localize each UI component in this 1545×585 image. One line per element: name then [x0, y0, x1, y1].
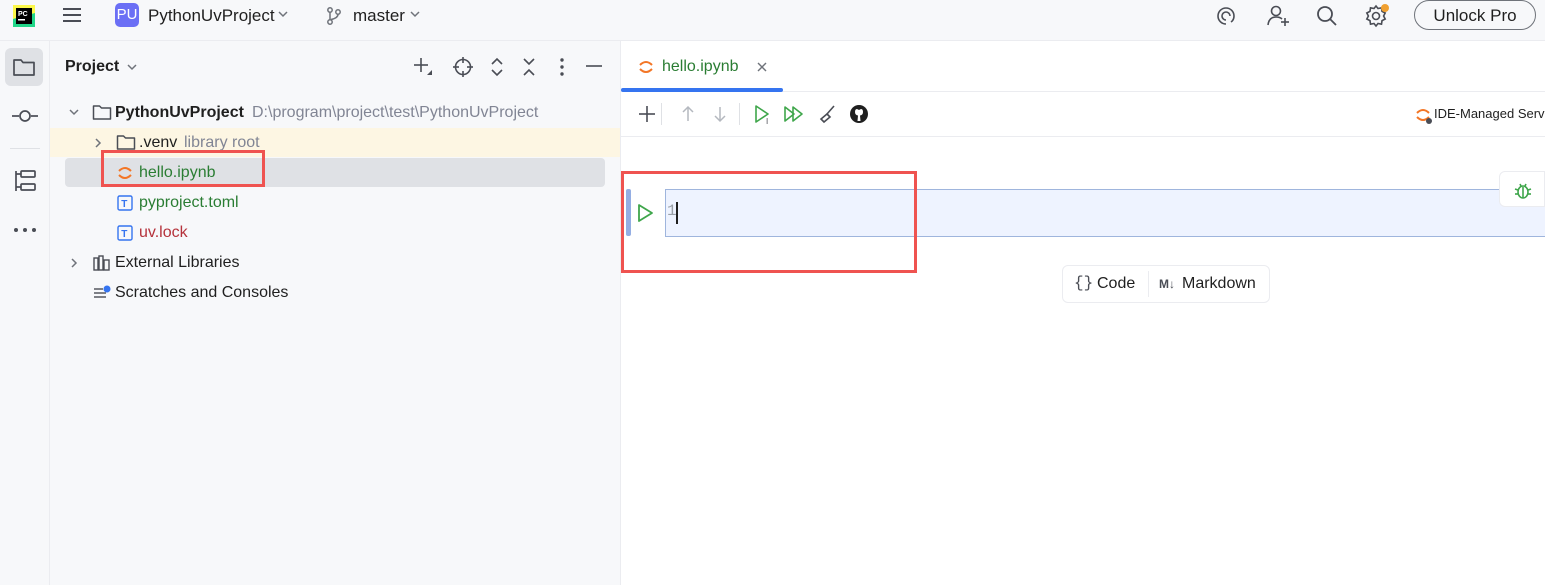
unlock-pro-button[interactable]: Unlock Pro: [1414, 0, 1536, 30]
commit-icon[interactable]: [11, 106, 39, 126]
toml-file-icon: T: [116, 224, 134, 242]
tree-external-libraries[interactable]: External Libraries: [115, 254, 240, 272]
locate-icon[interactable]: [452, 56, 474, 78]
new-file-icon[interactable]: [412, 56, 434, 78]
minimize-icon[interactable]: [584, 56, 604, 78]
add-code-cell-button[interactable]: Code: [1097, 275, 1135, 293]
code-braces-icon: {}: [1074, 274, 1094, 292]
chevron-down-icon: [277, 9, 289, 19]
tree-file-pyproject[interactable]: pyproject.toml: [139, 194, 239, 212]
chevron-right-icon[interactable]: [90, 135, 106, 151]
search-icon[interactable]: [1315, 4, 1339, 28]
highlight-box-cell: [621, 171, 917, 273]
expand-all-icon[interactable]: [487, 56, 507, 78]
settings-gear-icon[interactable]: [1364, 3, 1390, 29]
branch-name: master: [353, 6, 405, 25]
github-icon[interactable]: [848, 103, 870, 125]
add-cell-divider: [1148, 271, 1149, 297]
add-user-icon[interactable]: [1265, 3, 1291, 29]
tree-file-lock[interactable]: uv.lock: [139, 224, 188, 242]
project-badge: PU: [115, 3, 139, 27]
svg-text:T: T: [121, 229, 127, 240]
close-icon[interactable]: [755, 60, 769, 74]
clear-outputs-icon[interactable]: [816, 103, 838, 125]
folder-icon: [116, 133, 136, 151]
tree-root-name[interactable]: PythonUvProject: [115, 104, 244, 122]
debug-bug-icon: [1512, 179, 1534, 201]
hamburger-menu-icon[interactable]: [61, 5, 83, 25]
run-all-icon[interactable]: [783, 103, 805, 125]
jupyter-icon: [637, 58, 655, 76]
strip-divider: [10, 148, 40, 149]
server-label[interactable]: IDE-Managed Serv: [1434, 106, 1545, 121]
pycharm-logo-icon[interactable]: PC: [13, 5, 35, 27]
toolbar-divider: [739, 103, 740, 125]
highlight-box-notebook: [101, 150, 265, 187]
ai-spiral-icon[interactable]: [1214, 4, 1238, 28]
project-panel-title[interactable]: Project: [65, 58, 119, 76]
folder-icon: [92, 103, 112, 121]
svg-text:I: I: [766, 117, 768, 125]
markdown-icon: M↓: [1159, 277, 1175, 291]
library-icon: [92, 254, 112, 272]
svg-text:T: T: [121, 199, 127, 210]
move-up-icon[interactable]: [678, 104, 698, 124]
svg-text:PC: PC: [18, 11, 28, 18]
jupyter-server-icon: [1413, 105, 1433, 125]
more-icon[interactable]: [12, 222, 38, 238]
editor-tab-label[interactable]: hello.ipynb: [662, 58, 739, 76]
add-cell-icon[interactable]: [636, 103, 658, 125]
project-name: PythonUvProject: [148, 6, 275, 25]
move-down-icon[interactable]: [710, 104, 730, 124]
vcs-branch-icon: [325, 6, 343, 26]
chevron-down-icon[interactable]: [126, 62, 138, 72]
toolbar-divider: [661, 103, 662, 125]
tree-root-path: D:\program\project\test\PythonUvProject: [252, 104, 539, 121]
run-cell-icon[interactable]: I: [752, 103, 774, 125]
add-markdown-cell-button[interactable]: Markdown: [1182, 275, 1256, 293]
structure-icon[interactable]: [12, 168, 38, 194]
chevron-down-icon: [409, 9, 421, 19]
options-icon[interactable]: [552, 56, 572, 78]
collapse-all-icon[interactable]: [519, 56, 539, 78]
chevron-down-icon[interactable]: [66, 104, 82, 120]
chevron-right-icon[interactable]: [66, 255, 82, 271]
project-panel: [50, 41, 621, 585]
debug-cell-button[interactable]: [1499, 171, 1545, 207]
toml-file-icon: T: [116, 194, 134, 212]
tree-scratches[interactable]: Scratches and Consoles: [115, 284, 288, 302]
scratches-icon: [92, 284, 112, 302]
folder-icon: [12, 56, 36, 78]
